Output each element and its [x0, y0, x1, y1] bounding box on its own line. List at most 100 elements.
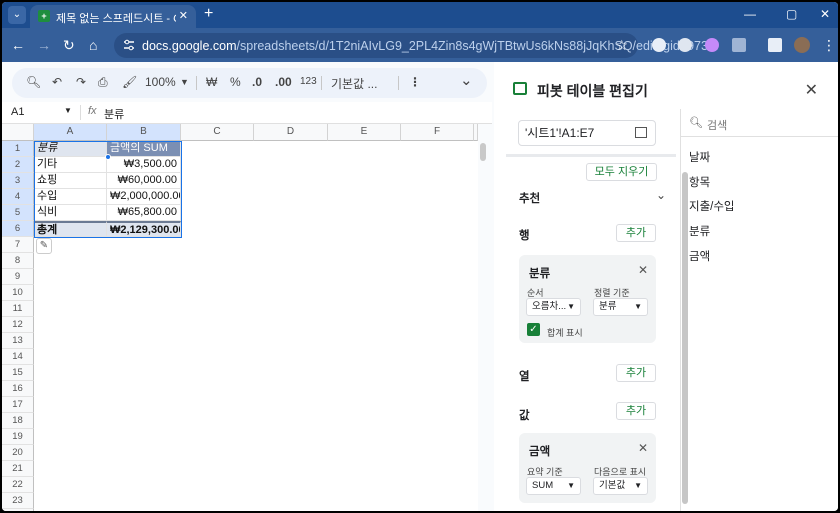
pivot-row-label[interactable]: 기타: [34, 157, 107, 173]
zoom-chevron-icon[interactable]: ▼: [180, 77, 189, 87]
add-row-button[interactable]: 추가: [616, 224, 656, 242]
column-header-c[interactable]: C: [181, 124, 254, 141]
row-header[interactable]: 13: [2, 333, 34, 349]
remove-row-field-icon[interactable]: ✕: [638, 263, 648, 277]
edit-pencil-icon[interactable]: ✎: [36, 238, 52, 254]
row-header[interactable]: 18: [2, 413, 34, 429]
pivot-close-icon[interactable]: ✕: [805, 80, 818, 100]
fill-handle[interactable]: [105, 154, 111, 160]
row-header[interactable]: 17: [2, 397, 34, 413]
row-header[interactable]: 20: [2, 445, 34, 461]
pivot-header-cell[interactable]: 금액의 SUM: [107, 141, 181, 157]
new-tab-button[interactable]: +: [204, 5, 213, 23]
data-range-input[interactable]: '시트1'!A1:E7: [518, 120, 656, 146]
pivot-row-label[interactable]: 쇼핑: [34, 173, 107, 189]
pivot-row-value[interactable]: ₩65,800.00: [107, 205, 181, 221]
grid-scrollbar[interactable]: [480, 143, 486, 161]
row-header[interactable]: 21: [2, 461, 34, 477]
add-column-button[interactable]: 추가: [616, 364, 656, 382]
suggested-chevron-icon[interactable]: ⌄: [656, 188, 666, 202]
pivot-row-label[interactable]: 식비: [34, 205, 107, 221]
row-header[interactable]: 22: [2, 477, 34, 493]
add-value-button[interactable]: 추가: [616, 402, 656, 420]
show-as-select[interactable]: 기본값 ▼: [593, 477, 648, 495]
tab-close-icon[interactable]: ✕: [179, 9, 188, 22]
name-box[interactable]: A1: [11, 106, 24, 118]
row-header[interactable]: 24: [2, 509, 34, 511]
row-header[interactable]: 23: [2, 493, 34, 509]
forward-icon[interactable]: →: [37, 37, 51, 53]
number-format-button[interactable]: 123: [300, 76, 317, 87]
row-header[interactable]: 7: [2, 237, 34, 253]
tab-search-button[interactable]: ⌄: [8, 6, 26, 24]
redo-icon[interactable]: ↷: [76, 75, 86, 89]
row-header[interactable]: 9: [2, 269, 34, 285]
row-header[interactable]: 14: [2, 349, 34, 365]
row-header[interactable]: 11: [2, 301, 34, 317]
tab-active[interactable]: + 제목 없는 스프레드시트 - Google ✕: [30, 5, 196, 28]
pivot-row-value[interactable]: ₩2,000,000.00: [107, 189, 181, 205]
reload-icon[interactable]: ↻: [63, 37, 75, 53]
paint-format-icon[interactable]: 🖌︎: [122, 75, 137, 89]
row-header[interactable]: 19: [2, 429, 34, 445]
pivot-total-label[interactable]: 총계: [34, 221, 107, 237]
pivot-row-label[interactable]: 수입: [34, 189, 107, 205]
column-header-f[interactable]: F: [401, 124, 474, 141]
home-icon[interactable]: ⌂: [89, 37, 97, 53]
pivot-row-value[interactable]: ₩3,500.00: [107, 157, 181, 173]
zoom-select[interactable]: 100%: [145, 75, 176, 89]
row-header[interactable]: 12: [2, 317, 34, 333]
row-header[interactable]: 2: [2, 157, 34, 173]
row-header[interactable]: 16: [2, 381, 34, 397]
download-icon[interactable]: [768, 38, 782, 52]
currency-format-button[interactable]: ₩: [206, 75, 217, 89]
column-header-e[interactable]: E: [328, 124, 401, 141]
row-header[interactable]: 15: [2, 365, 34, 381]
clear-all-button[interactable]: 모두 지우기: [586, 163, 657, 181]
sort-by-select[interactable]: 분류 ▼: [593, 298, 648, 316]
row-header[interactable]: 6: [2, 221, 34, 237]
pivot-total-value[interactable]: ₩2,129,300.00: [107, 221, 181, 237]
address-bar[interactable]: docs.google.com/spreadsheets/d/1T2niAIvL…: [114, 33, 718, 58]
avatar[interactable]: [794, 37, 810, 53]
field-search[interactable]: 🔍︎ 검색: [681, 109, 838, 137]
field-item[interactable]: 분류: [689, 223, 710, 239]
maximize-button[interactable]: ▢: [786, 7, 797, 21]
collapse-toolbar-icon[interactable]: ⌄: [460, 71, 473, 89]
spreadsheet-grid[interactable]: A B C D E F 1 2 3 4 5 6 7 8 9 10 11 12 13 14 15 16 17 18 1…: [2, 124, 478, 511]
remove-value-field-icon[interactable]: ✕: [638, 441, 648, 455]
field-item[interactable]: 항목: [689, 174, 710, 190]
select-range-grid-icon[interactable]: [635, 127, 647, 138]
close-window-button[interactable]: ✕: [820, 7, 830, 21]
select-all-corner[interactable]: [2, 124, 34, 141]
extension-profile-icon[interactable]: [705, 38, 719, 52]
column-header-b[interactable]: B: [107, 124, 181, 141]
row-header[interactable]: 1: [2, 141, 34, 157]
increase-decimal-button[interactable]: .00: [275, 75, 292, 89]
summarize-by-select[interactable]: SUM ▼: [526, 477, 581, 495]
field-item[interactable]: 지출/수입: [689, 198, 735, 214]
extension-globe-icon[interactable]: [652, 38, 666, 52]
pivot-header-cell[interactable]: 분류: [34, 141, 107, 157]
decrease-decimal-button[interactable]: .0: [252, 75, 262, 89]
name-box-dropdown-icon[interactable]: ▼: [64, 106, 72, 115]
row-header[interactable]: 3: [2, 173, 34, 189]
field-item[interactable]: 금액: [689, 248, 710, 264]
order-select[interactable]: 오름차... ▼: [526, 298, 581, 316]
site-info-icon[interactable]: [123, 39, 135, 51]
back-icon[interactable]: ←: [11, 37, 25, 53]
more-options-icon[interactable]: ⋮: [409, 75, 421, 89]
field-item[interactable]: 날짜: [689, 149, 710, 165]
print-icon[interactable]: ⎙: [98, 75, 108, 90]
extension-spy-icon[interactable]: [678, 38, 692, 52]
search-menus-icon[interactable]: 🔍︎: [26, 75, 41, 89]
row-header[interactable]: 5: [2, 205, 34, 221]
row-header[interactable]: 8: [2, 253, 34, 269]
undo-icon[interactable]: ↶: [52, 75, 62, 89]
row-header[interactable]: 4: [2, 189, 34, 205]
row-header[interactable]: 10: [2, 285, 34, 301]
column-header-a[interactable]: A: [34, 124, 107, 141]
show-totals-checkbox[interactable]: ✓: [527, 323, 540, 336]
pivot-row-value[interactable]: ₩60,000.00: [107, 173, 181, 189]
percent-format-button[interactable]: %: [230, 75, 241, 89]
